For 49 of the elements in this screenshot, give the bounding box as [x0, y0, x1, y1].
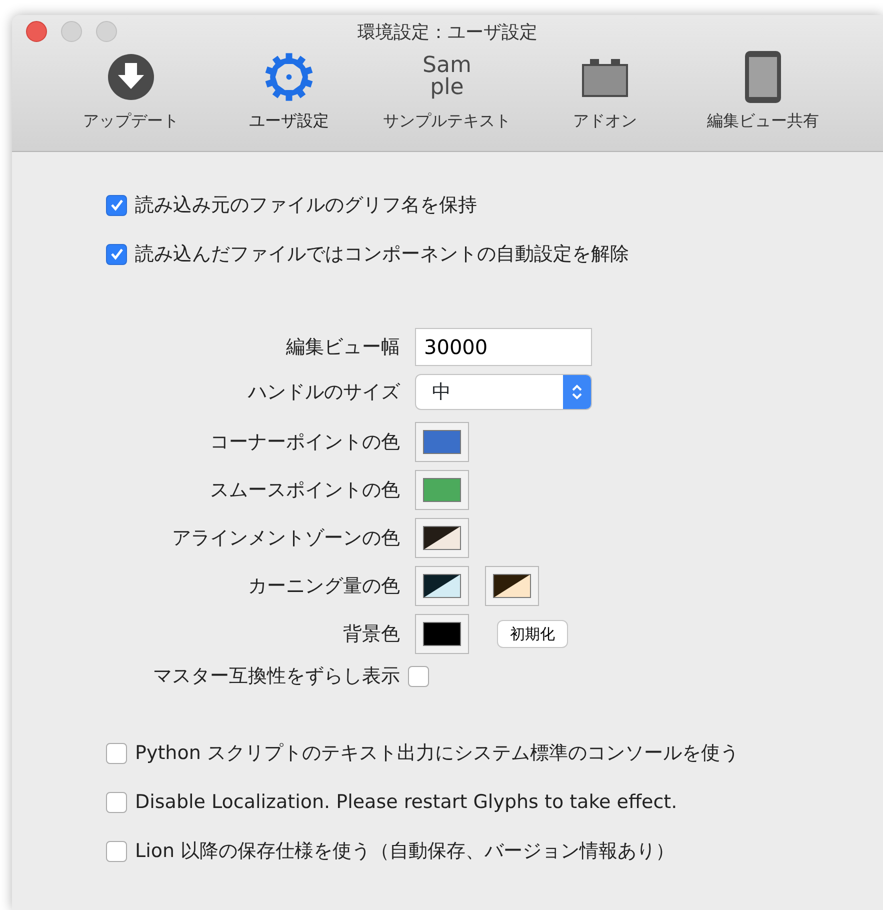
setting-label: 背景色 — [342, 622, 400, 647]
checkbox[interactable] — [106, 244, 127, 264]
plug-in-block-icon — [582, 57, 628, 97]
color-well[interactable] — [415, 614, 469, 654]
color-swatch — [423, 430, 461, 454]
setting-label: 編集ビュー幅 — [285, 334, 400, 360]
setting-label: コーナーポイントの色 — [209, 430, 400, 455]
checkbox[interactable] — [106, 841, 127, 862]
toolbar-button[interactable]: ユーザ設定 — [210, 45, 368, 133]
color-swatch — [423, 622, 461, 646]
setting-label: ハンドルのサイズ — [247, 380, 400, 405]
color-swatch — [423, 478, 461, 502]
setting-label: アラインメントゾーンの色 — [171, 526, 400, 551]
toolbar-button[interactable]: アドオン — [526, 45, 684, 133]
color-well[interactable] — [415, 566, 469, 606]
setting-label: マスター互換性をずらし表示 — [152, 664, 400, 689]
color-well[interactable] — [485, 566, 539, 606]
sample-text-icon: Sam ple — [422, 55, 472, 99]
checkbox-label: Disable Localization. Please restart Glyphs to take effect. — [135, 790, 678, 816]
toolbar-button[interactable]: アップデート — [52, 45, 210, 133]
text-field[interactable]: 30000 — [415, 328, 592, 366]
reset-button[interactable]: 初期化 — [497, 620, 568, 648]
download-icon — [107, 53, 155, 101]
up-down-arrows-icon — [571, 382, 583, 402]
setting-label: スムースポイントの色 — [209, 478, 400, 503]
checkbox[interactable] — [408, 666, 429, 687]
color-swatch — [493, 574, 531, 598]
checkbox-label: 読み込み元のファイルのグリフ名を保持 — [135, 192, 477, 218]
tablet-icon — [744, 50, 782, 104]
checkmark-icon — [110, 198, 124, 212]
color-swatch — [423, 574, 461, 598]
checkmark-icon — [110, 247, 124, 261]
color-well[interactable] — [415, 422, 469, 462]
popup-menu[interactable]: 中 — [415, 374, 592, 410]
checkbox-label: Lion 以降の保存仕様を使う（自動保存、バージョン情報あり） — [135, 839, 675, 864]
checkbox[interactable] — [106, 194, 127, 216]
color-swatch — [423, 526, 461, 550]
checkbox[interactable] — [106, 792, 127, 813]
color-well[interactable] — [415, 470, 469, 510]
window-title: 環境設定：ユーザ設定 — [356, 21, 538, 45]
setting-label: カーニング量の色 — [247, 574, 400, 599]
close-button[interactable] — [26, 21, 47, 42]
toolbar-button[interactable]: Sam ple サンプルテキスト — [368, 45, 526, 133]
checkbox-label: Python スクリプトのテキスト出力にシステム標準のコンソールを使う — [135, 741, 739, 766]
gear-icon — [263, 51, 315, 103]
checkbox-label: 読み込んだファイルではコンポーネントの自動設定を解除 — [135, 242, 629, 267]
color-well[interactable] — [415, 518, 469, 558]
checkbox[interactable] — [106, 743, 127, 764]
toolbar-button[interactable]: 編集ビュー共有 — [684, 45, 842, 133]
